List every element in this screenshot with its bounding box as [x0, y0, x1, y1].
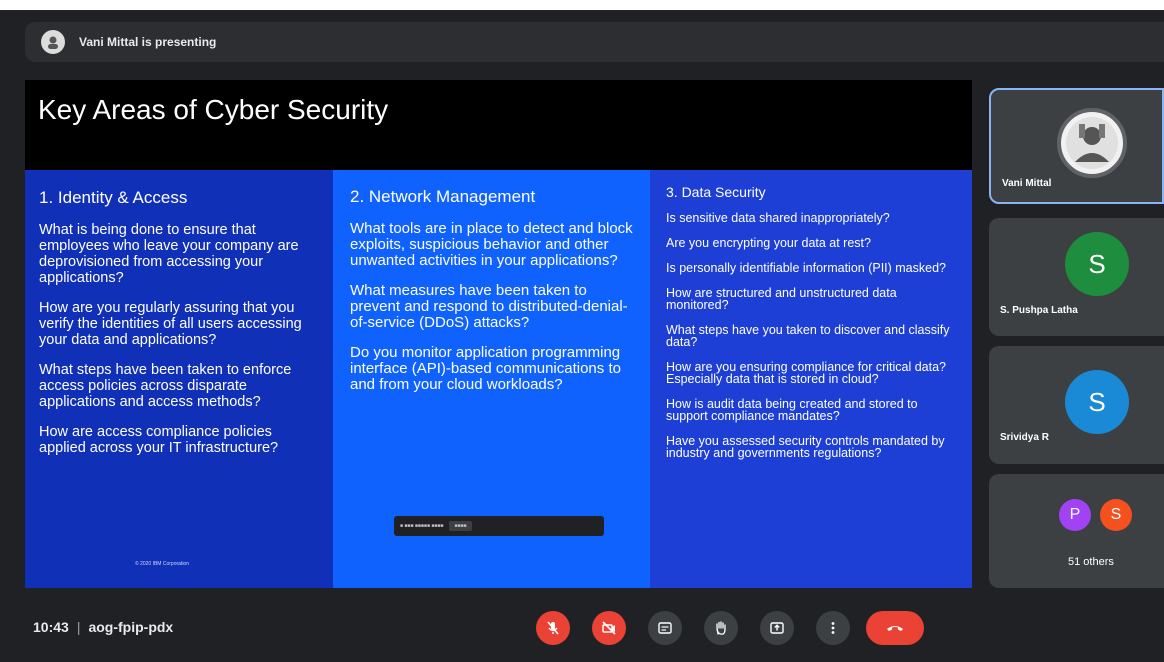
other-avatar: S	[1100, 499, 1132, 531]
column-question: Is sensitive data shared inappropriately…	[666, 211, 890, 225]
slide-footnote: © 2020 IBM Corporation	[135, 561, 189, 567]
meeting-info-separator: |	[76, 619, 81, 635]
mic-off-icon	[547, 621, 559, 635]
meeting-info: 10:43 | aog-fpip-pdx	[33, 619, 173, 635]
others-count: 51 others	[1068, 556, 1114, 568]
column-question: Do you monitor application programming i…	[350, 344, 621, 393]
camera-off-icon	[602, 621, 616, 635]
meeting-code: aog-fpip-pdx	[88, 619, 174, 635]
participant-tile-vani[interactable]: Vani Mittal	[989, 88, 1164, 204]
participant-photo	[1057, 108, 1127, 178]
screen-share-bar-button: ■■■■	[449, 521, 472, 531]
column-question: How are you ensuring compliance for crit…	[666, 360, 946, 386]
portrait-icon	[1066, 117, 1118, 169]
captions-button[interactable]	[648, 611, 682, 645]
participant-name: Srividya R	[1000, 432, 1049, 443]
present-now-button[interactable]	[760, 611, 794, 645]
meeting-time: 10:43	[33, 619, 69, 635]
participant-avatar: S	[1065, 370, 1129, 434]
present-icon	[770, 622, 784, 634]
column-question: Are you encrypting your data at rest?	[666, 236, 871, 250]
captions-icon	[658, 622, 672, 634]
more-icon	[831, 622, 835, 634]
column-question: How is audit data being created and stor…	[666, 397, 918, 423]
participant-avatar: S	[1065, 232, 1129, 296]
column-question: How are access compliance policies appli…	[39, 424, 279, 456]
column-question: How are structured and unstructured data…	[666, 286, 897, 312]
participant-name: S. Pushpa Latha	[1000, 305, 1078, 316]
leave-call-icon	[887, 626, 903, 631]
column-question: What measures have been taken to prevent…	[350, 282, 628, 331]
more-options-button[interactable]	[816, 611, 850, 645]
column-question: What tools are in place to detect and bl…	[350, 220, 633, 269]
column-question: What is being done to ensure that employ…	[39, 222, 299, 286]
shared-slide: Key Areas of Cyber Security 1. Identity …	[25, 80, 972, 588]
participant-name: Vani Mittal	[1002, 178, 1052, 189]
column-heading: 2. Network Management	[350, 187, 536, 206]
raise-hand-button[interactable]	[704, 611, 738, 645]
other-avatar: P	[1059, 499, 1091, 531]
column-question: Have you assessed security controls mand…	[666, 434, 945, 460]
presenter-label: Vani Mittal is presenting	[79, 35, 217, 49]
column-heading: 1. Identity & Access	[39, 188, 188, 207]
participant-tile-pushpa[interactable]: S S. Pushpa Latha	[989, 218, 1164, 336]
column-question: What steps have you taken to discover an…	[666, 323, 950, 349]
screen-share-bar-text: ■ ■■■ ■■■■■ ■■■■	[400, 523, 444, 529]
others-tile[interactable]: P S 51 others	[989, 474, 1164, 588]
column-question: How are you regularly assuring that you …	[39, 300, 302, 348]
slide-column-identity: 1. Identity & Access What is being done …	[25, 170, 333, 588]
slide-title: Key Areas of Cyber Security	[38, 94, 389, 125]
column-question: What steps have been taken to enforce ac…	[39, 362, 292, 410]
participant-tile-srividya[interactable]: S Srividya R	[989, 346, 1164, 464]
column-heading: 3. Data Security	[666, 184, 766, 200]
slide-column-network: 2. Network Management What tools are in …	[333, 170, 650, 588]
column-question: Is personally identifiable information (…	[666, 261, 946, 275]
presenter-bar[interactable]: Vani Mittal is presenting	[25, 22, 1164, 62]
mic-toggle-button[interactable]	[536, 611, 570, 645]
camera-toggle-button[interactable]	[592, 611, 626, 645]
screen-share-bar: ■ ■■■ ■■■■■ ■■■■ ■■■■	[394, 516, 604, 536]
raise-hand-icon	[716, 621, 726, 635]
leave-call-button[interactable]	[866, 611, 924, 645]
presenter-avatar	[41, 30, 65, 54]
slide-column-data: 3. Data Security Is sensitive data share…	[650, 170, 972, 588]
